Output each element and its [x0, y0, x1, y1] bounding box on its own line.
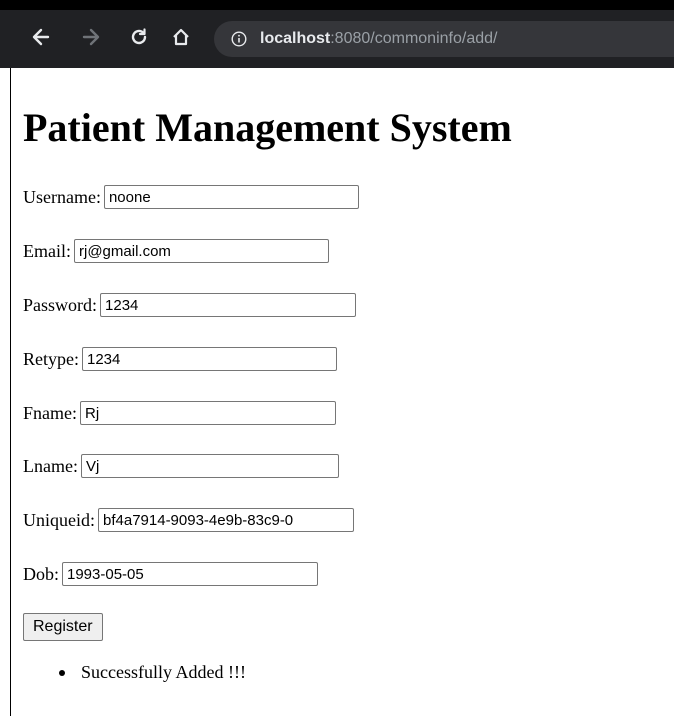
username-label: Username: — [23, 186, 101, 207]
forward-button[interactable] — [78, 24, 104, 50]
fname-row: Fname: — [23, 398, 336, 428]
home-icon — [171, 27, 191, 47]
password-row: Password: — [23, 290, 357, 320]
arrow-right-icon — [81, 27, 101, 47]
email-row: Email: — [23, 236, 329, 266]
retype-input[interactable] — [82, 347, 337, 371]
email-input[interactable] — [74, 239, 329, 263]
register-button[interactable]: Register — [23, 613, 103, 641]
retype-label: Retype: — [23, 348, 79, 369]
password-input[interactable] — [100, 293, 357, 317]
browser-toolbar: localhost:8080/commoninfo/add/ — [0, 0, 674, 68]
arrow-left-icon — [31, 27, 51, 47]
password-label: Password: — [23, 294, 98, 315]
uniqueid-label: Uniqueid: — [23, 509, 95, 530]
dob-label: Dob: — [23, 563, 59, 584]
lname-row: Lname: — [23, 451, 339, 481]
username-row: Username: — [23, 182, 359, 212]
lname-input[interactable] — [80, 454, 339, 478]
lname-label: Lname: — [23, 455, 78, 476]
bullet — [59, 669, 65, 676]
success-message: Successfully Added !!! — [81, 662, 246, 682]
reload-button[interactable] — [126, 24, 152, 50]
username-input[interactable] — [103, 185, 359, 209]
uniqueid-input[interactable] — [98, 508, 354, 532]
messages-list: Successfully Added !!! — [23, 662, 246, 683]
email-label: Email: — [23, 240, 71, 261]
retype-row: Retype: — [23, 344, 337, 374]
home-button[interactable] — [168, 24, 194, 50]
address-bar[interactable]: localhost:8080/commoninfo/add/ — [214, 21, 674, 57]
back-button[interactable] — [28, 24, 54, 50]
page-title: Patient Management System — [23, 105, 512, 150]
reload-icon — [129, 27, 149, 47]
url-host: localhost — [260, 30, 331, 47]
window-left-border — [10, 68, 11, 716]
info-icon[interactable] — [230, 30, 248, 48]
uniqueid-row: Uniqueid: — [23, 505, 354, 535]
dob-input[interactable] — [62, 562, 318, 586]
url-text[interactable]: localhost:8080/commoninfo/add/ — [260, 30, 497, 48]
message-item: Successfully Added !!! — [23, 662, 246, 683]
url-path: :8080/commoninfo/add/ — [330, 30, 498, 47]
dob-row: Dob: — [23, 559, 318, 589]
fname-input[interactable] — [80, 401, 336, 425]
fname-label: Fname: — [23, 402, 77, 423]
window-top-strip — [0, 0, 674, 10]
